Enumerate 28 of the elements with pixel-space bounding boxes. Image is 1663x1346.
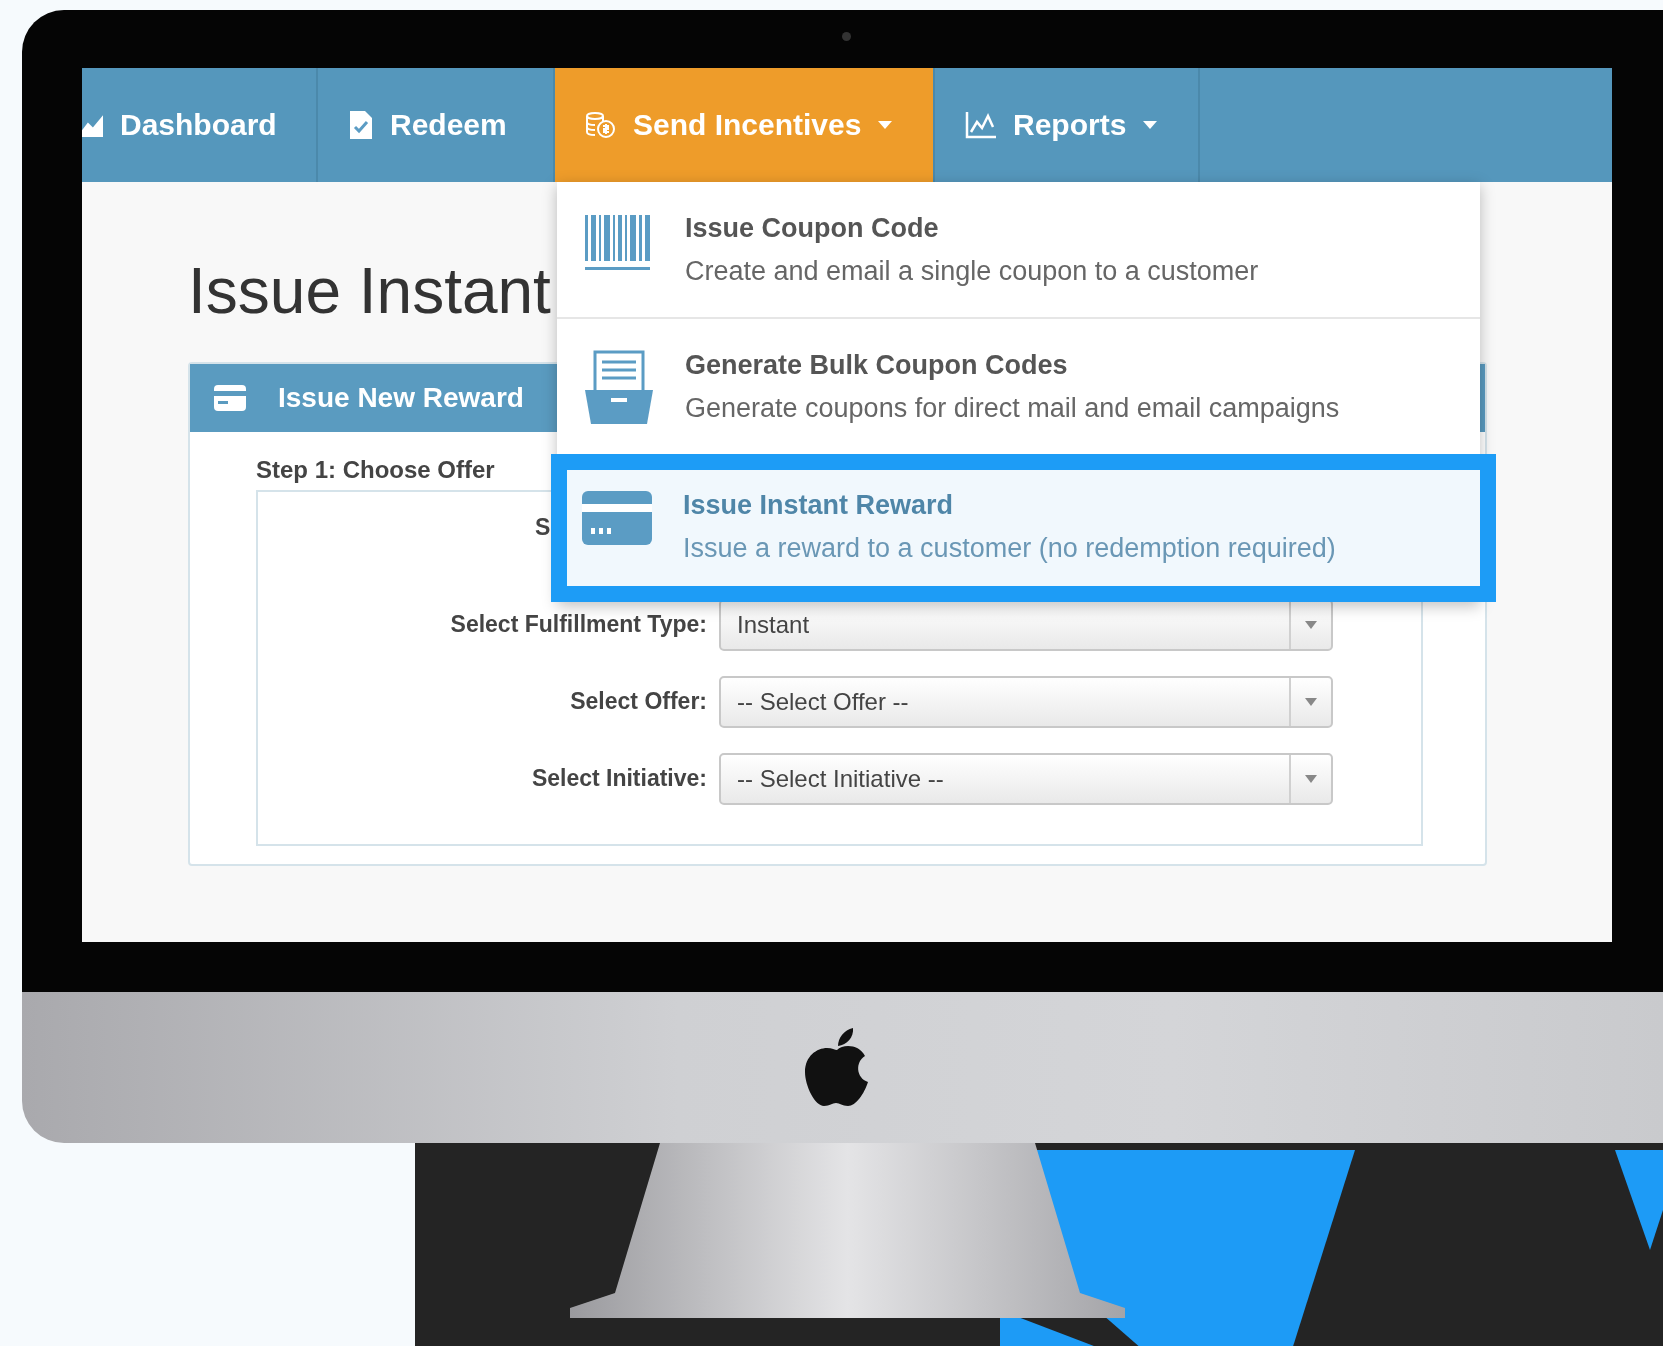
document-icon xyxy=(348,110,374,140)
field-label: Select Initiative: xyxy=(530,765,708,792)
field-label: Select Offer: xyxy=(569,688,708,715)
page-title: Issue Instant xyxy=(188,254,551,329)
menu-item-description: Generate coupons for direct mail and email campaigns xyxy=(685,393,1340,424)
menu-item[interactable]: Issue Instant Reward Issue a reward to a customer (no redemption required) xyxy=(551,454,1496,602)
select-field[interactable]: -- Select Offer -- xyxy=(719,675,1333,728)
caret-icon xyxy=(1305,774,1317,783)
step-heading: Step 1: Choose Offer xyxy=(256,456,495,484)
menu-item-title: Generate Bulk Coupon Codes xyxy=(685,350,1068,381)
inbox-tray-icon xyxy=(583,350,655,426)
menu-item-description: Create and email a single coupon to a customer xyxy=(685,256,1259,287)
field-label: Select Fulfillment Type: xyxy=(449,611,708,638)
camera-icon xyxy=(842,32,851,41)
card-icon xyxy=(581,490,653,546)
menu-item-title: Issue Instant Reward xyxy=(683,490,954,521)
field-label: S xyxy=(535,514,551,541)
card-icon xyxy=(214,385,246,411)
menu-item[interactable]: Issue Coupon Code Create and email a single coupon to a customer xyxy=(557,182,1480,319)
coins-icon xyxy=(585,111,617,139)
logo-icon xyxy=(804,1027,869,1108)
select-field[interactable]: -- Select Initiative -- xyxy=(719,752,1333,805)
caret-icon xyxy=(1305,620,1317,629)
menu-item-description: Issue a reward to a customer (no redemption required) xyxy=(683,533,1336,564)
line-chart-icon xyxy=(965,111,997,139)
caret-icon xyxy=(1305,697,1317,706)
menu-item-title: Issue Coupon Code xyxy=(685,213,939,244)
panel-title: Issue New Reward xyxy=(278,382,524,414)
